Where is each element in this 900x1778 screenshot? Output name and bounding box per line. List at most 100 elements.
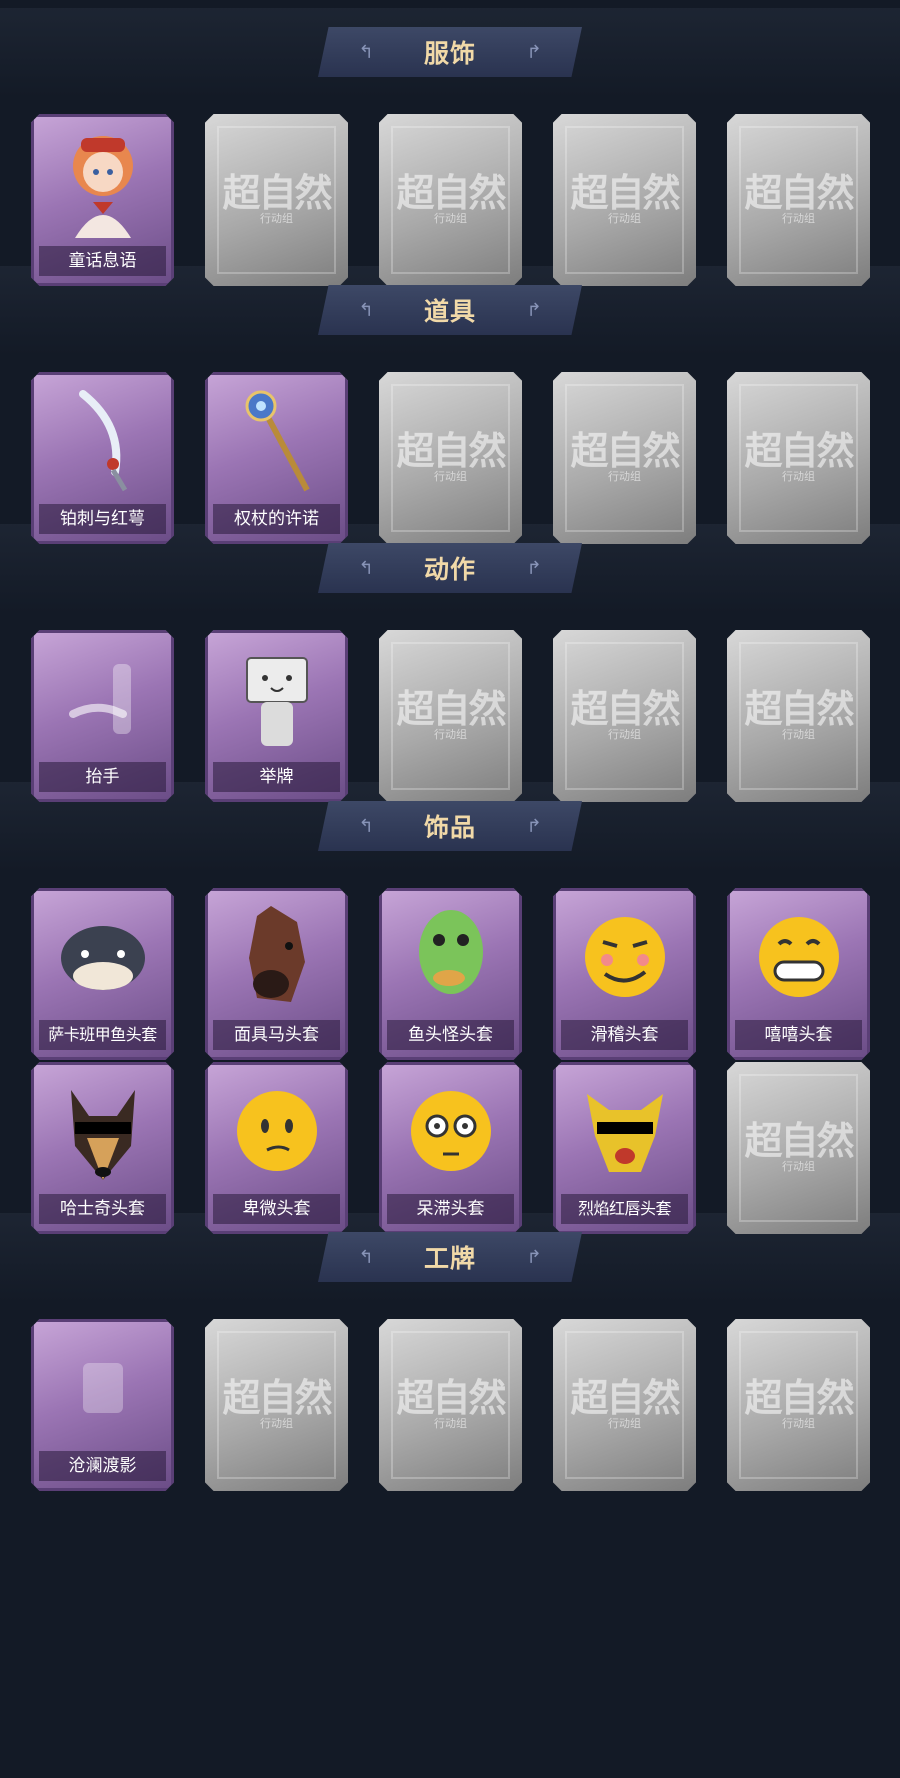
ornament-icon: ↱ [526, 1247, 542, 1267]
ornament-icon: ↱ [526, 42, 542, 62]
placeholder-subtitle: 行动组 [608, 470, 641, 483]
locked-card-placeholder: 超自然 行动组 [553, 1319, 696, 1491]
section-header: ↰ 服饰 ↱ [318, 27, 582, 77]
ornament-icon: ↰ [358, 1247, 374, 1267]
ornament-icon: ↱ [526, 300, 542, 320]
scepter-icon [225, 382, 328, 500]
card-label: 童话息语 [39, 246, 166, 276]
humble-emoji-icon [225, 1072, 328, 1190]
card-label: 铂刺与红萼 [39, 504, 166, 534]
reward-card[interactable]: 萨卡班甲鱼头套 [31, 888, 174, 1060]
card-label: 嘻嘻头套 [735, 1020, 862, 1050]
reward-card[interactable]: 举牌 [205, 630, 348, 802]
placeholder-subtitle: 行动组 [434, 728, 467, 741]
dazed-emoji-icon [399, 1072, 502, 1190]
placeholder-watermark: 超自然 [744, 1118, 854, 1163]
placeholder-watermark: 超自然 [396, 428, 506, 473]
reward-card[interactable]: 抬手 [31, 630, 174, 802]
reward-card[interactable]: 面具马头套 [205, 888, 348, 1060]
reward-card[interactable]: 哈士奇头套 [31, 1062, 174, 1234]
placeholder-subtitle: 行动组 [608, 212, 641, 225]
reward-card[interactable]: 烈焰红唇头套 [553, 1062, 696, 1234]
placeholder-subtitle: 行动组 [260, 1417, 293, 1430]
card-label: 沧澜渡影 [39, 1451, 166, 1481]
ornament-icon: ↰ [358, 558, 374, 578]
reward-card[interactable]: 嘻嘻头套 [727, 888, 870, 1060]
smirk-emoji-icon [573, 898, 676, 1016]
card-label: 哈士奇头套 [39, 1194, 166, 1224]
locked-card-placeholder: 超自然 行动组 [553, 630, 696, 802]
placeholder-subtitle: 行动组 [782, 212, 815, 225]
reward-card[interactable]: 鱼头怪头套 [379, 888, 522, 1060]
yellow-mask-sunglasses-icon [573, 1072, 676, 1190]
card-label: 萨卡班甲鱼头套 [39, 1020, 166, 1050]
section-header: ↰ 道具 ↱ [318, 285, 582, 335]
hold-sign-icon [225, 640, 328, 758]
card-label: 举牌 [213, 762, 340, 792]
card-label: 滑稽头套 [561, 1020, 688, 1050]
placeholder-subtitle: 行动组 [434, 470, 467, 483]
fish-head-icon [51, 898, 154, 1016]
reward-card[interactable]: 卑微头套 [205, 1062, 348, 1234]
reward-card[interactable]: 权杖的许诺 [205, 372, 348, 544]
ornament-icon: ↰ [358, 816, 374, 836]
locked-card-placeholder: 超自然 行动组 [727, 1062, 870, 1234]
placeholder-subtitle: 行动组 [260, 212, 293, 225]
section-title: 工牌 [423, 1244, 476, 1273]
locked-card-placeholder: 超自然 行动组 [727, 114, 870, 286]
curved-blade-icon [51, 382, 154, 500]
ornament-icon: ↱ [526, 816, 542, 836]
placeholder-watermark: 超自然 [570, 170, 680, 215]
placeholder-watermark: 超自然 [570, 1375, 680, 1420]
card-label: 抬手 [39, 762, 166, 792]
section-title: 动作 [423, 555, 476, 584]
section-header: ↰ 动作 ↱ [318, 543, 582, 593]
locked-card-placeholder: 超自然 行动组 [553, 114, 696, 286]
placeholder-watermark: 超自然 [570, 686, 680, 731]
placeholder-watermark: 超自然 [396, 170, 506, 215]
raise-hand-icon [51, 640, 154, 758]
ornament-icon: ↱ [526, 558, 542, 578]
locked-card-placeholder: 超自然 行动组 [379, 372, 522, 544]
section-header: ↰ 饰品 ↱ [318, 801, 582, 851]
card-label: 面具马头套 [213, 1020, 340, 1050]
placeholder-subtitle: 行动组 [434, 1417, 467, 1430]
card-label: 卑微头套 [213, 1194, 340, 1224]
card-label: 烈焰红唇头套 [561, 1194, 688, 1224]
reward-card[interactable]: 童话息语 [31, 114, 174, 286]
placeholder-subtitle: 行动组 [782, 728, 815, 741]
placeholder-watermark: 超自然 [744, 428, 854, 473]
placeholder-watermark: 超自然 [222, 170, 332, 215]
placeholder-subtitle: 行动组 [608, 728, 641, 741]
placeholder-watermark: 超自然 [222, 1375, 332, 1420]
placeholder-watermark: 超自然 [744, 686, 854, 731]
section-title: 道具 [423, 297, 476, 326]
reward-card[interactable]: 铂刺与红萼 [31, 372, 174, 544]
card-label: 权杖的许诺 [213, 504, 340, 534]
placeholder-subtitle: 行动组 [434, 212, 467, 225]
ornament-icon: ↰ [358, 42, 374, 62]
locked-card-placeholder: 超自然 行动组 [727, 1319, 870, 1491]
reward-card[interactable]: 沧澜渡影 [31, 1319, 174, 1491]
section-header: ↰ 工牌 ↱ [318, 1232, 582, 1282]
locked-card-placeholder: 超自然 行动组 [379, 114, 522, 286]
reward-card[interactable]: 滑稽头套 [553, 888, 696, 1060]
placeholder-watermark: 超自然 [396, 686, 506, 731]
locked-card-placeholder: 超自然 行动组 [379, 630, 522, 802]
section-title: 饰品 [423, 813, 476, 842]
locked-card-placeholder: 超自然 行动组 [379, 1319, 522, 1491]
card-label: 鱼头怪头套 [387, 1020, 514, 1050]
placeholder-watermark: 超自然 [744, 1375, 854, 1420]
placeholder-subtitle: 行动组 [608, 1417, 641, 1430]
locked-card-placeholder: 超自然 行动组 [727, 372, 870, 544]
horse-mask-icon [225, 898, 328, 1016]
placeholder-watermark: 超自然 [744, 170, 854, 215]
locked-card-placeholder: 超自然 行动组 [205, 1319, 348, 1491]
locked-card-placeholder: 超自然 行动组 [727, 630, 870, 802]
reward-card[interactable]: 呆滞头套 [379, 1062, 522, 1234]
locked-card-placeholder: 超自然 行动组 [553, 372, 696, 544]
ornament-icon: ↰ [358, 300, 374, 320]
green-fish-mask-icon [399, 898, 502, 1016]
badge-icon [51, 1329, 154, 1447]
section-title: 服饰 [423, 39, 476, 68]
